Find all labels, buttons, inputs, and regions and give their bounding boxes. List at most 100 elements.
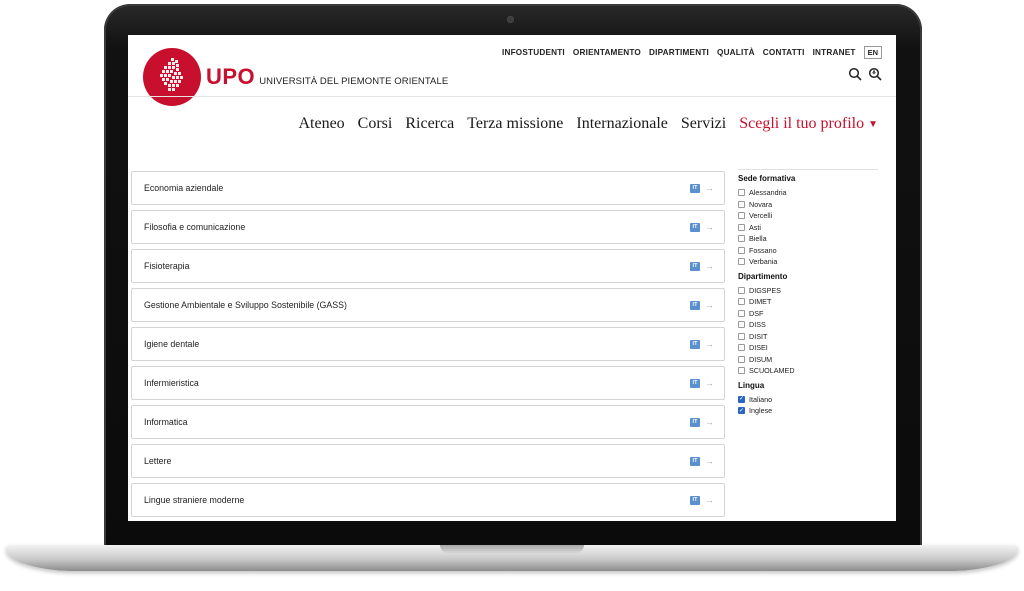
nav-item-servizi[interactable]: Servizi xyxy=(681,115,726,133)
filter-option-label: DIGSPES xyxy=(749,285,781,295)
filter-option-label: Inglese xyxy=(749,406,773,416)
course-row-meta: IT → xyxy=(690,378,714,388)
arrow-right-icon: → xyxy=(705,378,714,388)
course-row-meta: IT → xyxy=(690,183,714,193)
university-logo[interactable] xyxy=(143,48,201,106)
brand-short-name: UPO xyxy=(206,64,256,89)
utility-link-dipartimenti[interactable]: DIPARTIMENTI xyxy=(649,48,709,57)
checkbox[interactable] xyxy=(738,189,745,197)
filter-option-disit[interactable]: DISIT xyxy=(738,331,888,343)
nav-item-internazionale[interactable]: Internazionale xyxy=(576,115,668,133)
filter-option-label: DIMET xyxy=(749,297,772,307)
filter-option-label: Novara xyxy=(749,199,773,209)
filter-option-label: DISIT xyxy=(749,331,768,341)
filter-option-scuolamed[interactable]: SCUOLAMED xyxy=(738,365,888,377)
filter-option-label: Verbania xyxy=(749,257,778,267)
header-tools xyxy=(848,67,882,81)
checkbox[interactable] xyxy=(738,344,745,352)
checkbox-checked[interactable]: ✓ xyxy=(738,407,745,415)
course-name: Infermieristica xyxy=(144,378,199,388)
filter-option-inglese[interactable]: ✓ Inglese xyxy=(738,405,888,417)
nav-item-ateneo[interactable]: Ateneo xyxy=(298,115,344,133)
filter-option-label: SCUOLAMED xyxy=(749,366,795,376)
filter-option-verbania[interactable]: Verbania xyxy=(738,256,888,268)
filter-option-dsf[interactable]: DSF xyxy=(738,308,888,320)
course-name: Informatica xyxy=(144,417,188,427)
piemonte-map-icon xyxy=(160,58,183,91)
checkbox[interactable] xyxy=(738,298,745,306)
accessibility-zoom-icon[interactable] xyxy=(868,67,882,81)
profile-dropdown-label: Scegli il tuo profilo xyxy=(739,115,865,132)
arrow-right-icon: → xyxy=(705,261,714,271)
course-row[interactable]: Gestione Ambientale e Sviluppo Sostenibi… xyxy=(131,288,725,322)
filter-title: Dipartimento xyxy=(738,271,788,281)
filter-option-asti[interactable]: Asti xyxy=(738,222,888,234)
search-icon[interactable] xyxy=(848,67,862,81)
filter-group-sede: Sede formativa Alessandria Novara Vercel… xyxy=(738,174,888,268)
course-row[interactable]: Lingue straniere moderne IT → xyxy=(131,483,725,517)
filter-option-disum[interactable]: DISUM xyxy=(738,354,888,366)
language-badge: IT xyxy=(690,456,700,466)
nav-item-ricerca[interactable]: Ricerca xyxy=(405,115,454,133)
filter-option-fossano[interactable]: Fossano xyxy=(738,245,888,257)
checkbox[interactable] xyxy=(738,223,745,231)
filter-option-biella[interactable]: Biella xyxy=(738,233,888,245)
caret-down-icon: ▼ xyxy=(868,118,878,130)
filter-title: Sede formativa xyxy=(738,174,796,183)
filter-option-alessandria[interactable]: Alessandria xyxy=(738,187,888,199)
laptop-base-notch xyxy=(440,545,584,553)
filter-option-label: DISS xyxy=(749,320,766,330)
utility-link-qualita[interactable]: QUALITÀ xyxy=(717,48,755,57)
filter-option-label: DISUM xyxy=(749,354,773,364)
checkbox[interactable] xyxy=(738,332,745,340)
language-switch-button[interactable]: EN xyxy=(863,45,882,59)
checkbox[interactable] xyxy=(738,321,745,329)
filter-option-italiano[interactable]: ✓ Italiano xyxy=(738,394,888,406)
arrow-right-icon: → xyxy=(705,456,714,466)
arrow-right-icon: → xyxy=(705,300,714,310)
filter-option-vercelli[interactable]: Vercelli xyxy=(738,210,888,222)
utility-link-orientamento[interactable]: ORIENTAMENTO xyxy=(573,48,641,57)
filter-option-novara[interactable]: Novara xyxy=(738,199,888,211)
filter-option-label: Biella xyxy=(749,234,767,244)
checkbox[interactable] xyxy=(738,309,745,317)
arrow-right-icon: → xyxy=(705,495,714,505)
checkbox[interactable] xyxy=(738,235,745,243)
course-row[interactable]: Informatica IT → xyxy=(131,405,725,439)
filter-option-dimet[interactable]: DIMET xyxy=(738,296,888,308)
course-row[interactable]: Filosofia e comunicazione IT → xyxy=(131,210,725,244)
utility-link-infostudenti[interactable]: INFOSTUDENTI xyxy=(502,48,565,57)
language-badge: IT xyxy=(690,378,700,388)
nav-item-terza-missione[interactable]: Terza missione xyxy=(467,115,563,133)
utility-link-intranet[interactable]: INTRANET xyxy=(813,48,856,57)
course-row-meta: IT → xyxy=(690,261,714,271)
course-name: Fisioterapia xyxy=(144,261,190,271)
course-row-meta: IT → xyxy=(690,339,714,349)
course-row[interactable]: Fisioterapia IT → xyxy=(131,249,725,283)
course-name: Gestione Ambientale e Sviluppo Sostenibi… xyxy=(144,300,347,310)
filter-option-digspes[interactable]: DIGSPES xyxy=(738,285,888,297)
brand[interactable]: UPO UNIVERSITÀ DEL PIEMONTE ORIENTALE xyxy=(206,64,448,90)
brand-full-name: UNIVERSITÀ DEL PIEMONTE ORIENTALE xyxy=(259,76,449,87)
utility-link-contatti[interactable]: CONTATTI xyxy=(763,48,805,57)
course-row[interactable]: Economia aziendale IT → xyxy=(131,171,725,205)
filter-option-label: DISEI xyxy=(749,343,768,353)
checkbox[interactable] xyxy=(738,355,745,363)
filter-option-disei[interactable]: DISEI xyxy=(738,342,888,354)
course-row[interactable]: Lettere IT → xyxy=(131,444,725,478)
nav-item-corsi[interactable]: Corsi xyxy=(358,115,393,133)
profile-dropdown[interactable]: Scegli il tuo profilo ▼ xyxy=(739,115,878,133)
checkbox[interactable] xyxy=(738,286,745,294)
checkbox-checked[interactable]: ✓ xyxy=(738,395,745,403)
arrow-right-icon: → xyxy=(705,339,714,349)
checkbox[interactable] xyxy=(738,258,745,266)
checkbox[interactable] xyxy=(738,212,745,220)
checkbox[interactable] xyxy=(738,200,745,208)
course-row-meta: IT → xyxy=(690,417,714,427)
filter-option-diss[interactable]: DISS xyxy=(738,319,888,331)
course-row[interactable]: Igiene dentale IT → xyxy=(131,327,725,361)
course-name: Lettere xyxy=(144,456,172,466)
course-row[interactable]: Infermieristica IT → xyxy=(131,366,725,400)
checkbox[interactable] xyxy=(738,367,745,375)
checkbox[interactable] xyxy=(738,246,745,254)
